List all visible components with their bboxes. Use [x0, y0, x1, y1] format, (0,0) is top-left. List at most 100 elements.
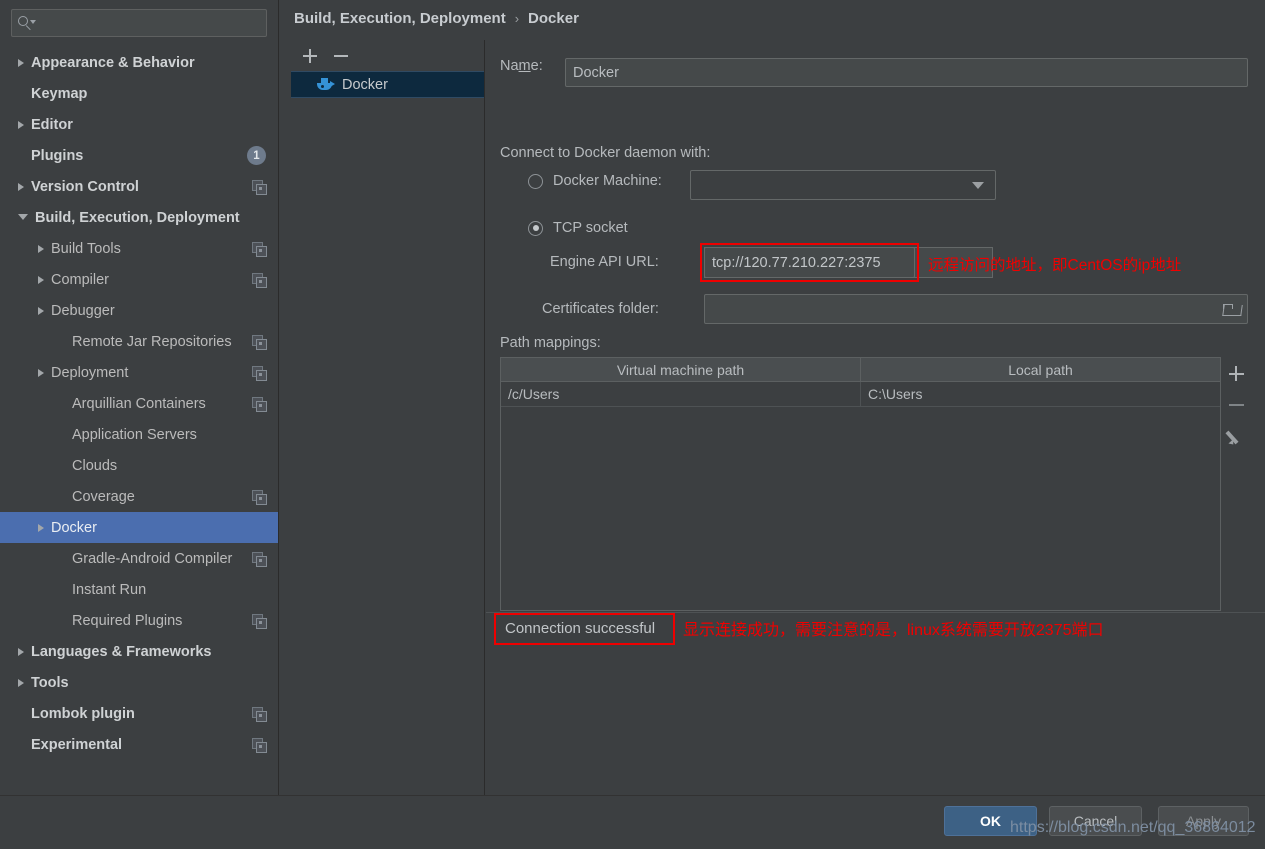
sidebar-item-languages-frameworks[interactable]: Languages & Frameworks: [0, 636, 278, 667]
sidebar-item-editor[interactable]: Editor: [0, 109, 278, 140]
copy-settings-icon[interactable]: [252, 551, 267, 567]
copy-settings-icon[interactable]: [252, 613, 267, 629]
sidebar-item-label: Keymap: [31, 85, 88, 102]
search-icon: [18, 16, 36, 31]
watermark-text: https://blog.csdn.net/qq_36864012: [1010, 819, 1256, 836]
sidebar-item-coverage[interactable]: Coverage: [0, 481, 278, 512]
copy-settings-icon[interactable]: [252, 706, 267, 722]
sidebar-item-label: Deployment: [51, 364, 129, 381]
copy-settings-icon[interactable]: [252, 272, 267, 288]
sidebar-item-instant-run[interactable]: Instant Run: [0, 574, 278, 605]
tcp-socket-radio[interactable]: [528, 220, 543, 236]
sidebar-item-compiler[interactable]: Compiler: [0, 264, 278, 295]
name-input[interactable]: Docker: [565, 58, 1248, 87]
edit-row-icon[interactable]: [1228, 429, 1244, 445]
table-header-local-path[interactable]: Local path: [861, 358, 1220, 381]
table-cell-vm-path: /c/Users: [501, 382, 861, 406]
chevron-right-icon[interactable]: [18, 120, 24, 129]
add-config-button[interactable]: [303, 48, 317, 63]
sidebar-item-appearance-behavior[interactable]: Appearance & Behavior: [0, 47, 278, 78]
engine-api-url-input[interactable]: tcp://120.77.210.227:2375: [704, 247, 915, 278]
docker-machine-radio[interactable]: [528, 173, 543, 189]
sidebar-item-experimental[interactable]: Experimental: [0, 729, 278, 760]
sidebar-item-label: Docker: [51, 519, 97, 536]
sidebar-item-label: Build, Execution, Deployment: [35, 209, 240, 226]
tcp-socket-radio-row[interactable]: TCP socket: [528, 220, 628, 236]
sidebar-item-version-control[interactable]: Version Control: [0, 171, 278, 202]
settings-sidebar: Appearance & Behavior Keymap Editor Plugins…: [0, 0, 279, 795]
table-header-vm-path[interactable]: Virtual machine path: [501, 358, 861, 381]
copy-settings-icon[interactable]: [252, 241, 267, 257]
copy-settings-icon[interactable]: [252, 365, 267, 381]
sidebar-item-remote-jar-repositories[interactable]: Remote Jar Repositories: [0, 326, 278, 357]
sidebar-item-label: Gradle-Android Compiler: [72, 550, 233, 567]
sidebar-item-label: Application Servers: [72, 426, 197, 443]
sidebar-item-application-servers[interactable]: Application Servers: [0, 419, 278, 450]
sidebar-item-debugger[interactable]: Debugger: [0, 295, 278, 326]
sidebar-item-lombok-plugin[interactable]: Lombok plugin: [0, 698, 278, 729]
chevron-right-icon[interactable]: [38, 275, 44, 284]
chevron-right-icon[interactable]: [38, 523, 44, 532]
table-body: /c/Users C:\Users: [501, 382, 1220, 407]
search-input[interactable]: [11, 9, 267, 37]
chevron-down-icon[interactable]: [18, 213, 28, 220]
name-input-value: Docker: [573, 64, 619, 81]
docker-machine-select[interactable]: [690, 170, 996, 200]
sidebar-item-arquillian-containers[interactable]: Arquillian Containers: [0, 388, 278, 419]
folder-browse-icon[interactable]: [1223, 303, 1240, 316]
sidebar-item-plugins[interactable]: Plugins 1: [0, 140, 278, 171]
sidebar-item-label: Required Plugins: [72, 612, 183, 629]
breadcrumb: Build, Execution, Deployment › Docker: [294, 10, 579, 27]
sidebar-item-keymap[interactable]: Keymap: [0, 78, 278, 109]
sidebar-item-deployment[interactable]: Deployment: [0, 357, 278, 388]
copy-settings-icon[interactable]: [252, 334, 267, 350]
table-row[interactable]: /c/Users C:\Users: [501, 382, 1220, 407]
engine-api-url-label: Engine API URL:: [550, 254, 659, 270]
sidebar-item-label: Debugger: [51, 302, 115, 319]
remove-row-icon[interactable]: [1228, 404, 1244, 406]
sidebar-item-label: Version Control: [31, 178, 139, 195]
copy-settings-icon[interactable]: [252, 396, 267, 412]
sidebar-item-gradle-android-compiler[interactable]: Gradle-Android Compiler: [0, 543, 278, 574]
connection-status: Connection successful: [505, 620, 656, 637]
sidebar-item-build-execution-deployment[interactable]: Build, Execution, Deployment: [0, 202, 278, 233]
sidebar-item-label: Clouds: [72, 457, 118, 474]
docker-machine-radio-row[interactable]: Docker Machine:: [528, 173, 662, 189]
sidebar-item-required-plugins[interactable]: Required Plugins: [0, 605, 278, 636]
chevron-right-icon[interactable]: [38, 368, 44, 377]
config-toolbar: [291, 40, 484, 71]
docker-machine-label: Docker Machine:: [553, 173, 662, 189]
chevron-right-icon[interactable]: [18, 678, 24, 687]
sidebar-item-label: Plugins: [31, 147, 84, 164]
copy-settings-icon[interactable]: [252, 179, 267, 195]
remove-config-button[interactable]: [334, 54, 348, 57]
sidebar-item-label: Tools: [31, 674, 69, 691]
sidebar-item-clouds[interactable]: Clouds: [0, 450, 278, 481]
table-action-toolbar: [1222, 357, 1250, 611]
config-list-item-label: Docker: [342, 76, 388, 93]
table-header-row: Virtual machine path Local path: [501, 358, 1220, 382]
sidebar-item-build-tools[interactable]: Build Tools: [0, 233, 278, 264]
settings-tree: Appearance & Behavior Keymap Editor Plugins…: [0, 47, 278, 760]
sidebar-item-label: Arquillian Containers: [72, 395, 206, 412]
name-row: Name:: [500, 58, 552, 74]
docker-whale-icon: [317, 78, 335, 91]
certificates-folder-input[interactable]: [704, 294, 1248, 324]
chevron-right-icon[interactable]: [18, 182, 24, 191]
copy-settings-icon[interactable]: [252, 489, 267, 505]
chevron-right-icon[interactable]: [38, 306, 44, 315]
settings-dialog: Appearance & Behavior Keymap Editor Plugins…: [0, 0, 1265, 849]
name-label: Name:: [500, 58, 543, 74]
sidebar-item-label: Compiler: [51, 271, 110, 288]
chevron-right-icon[interactable]: [18, 647, 24, 656]
chevron-right-icon[interactable]: [38, 244, 44, 253]
chevron-right-icon[interactable]: [18, 58, 24, 67]
add-row-icon[interactable]: [1228, 366, 1244, 381]
sidebar-item-label: Editor: [31, 116, 73, 133]
breadcrumb-separator-icon: ›: [514, 11, 520, 26]
breadcrumb-root[interactable]: Build, Execution, Deployment: [294, 10, 506, 27]
copy-settings-icon[interactable]: [252, 737, 267, 753]
sidebar-item-tools[interactable]: Tools: [0, 667, 278, 698]
sidebar-item-docker[interactable]: Docker: [0, 512, 278, 543]
config-list-item-docker[interactable]: Docker: [291, 71, 484, 98]
